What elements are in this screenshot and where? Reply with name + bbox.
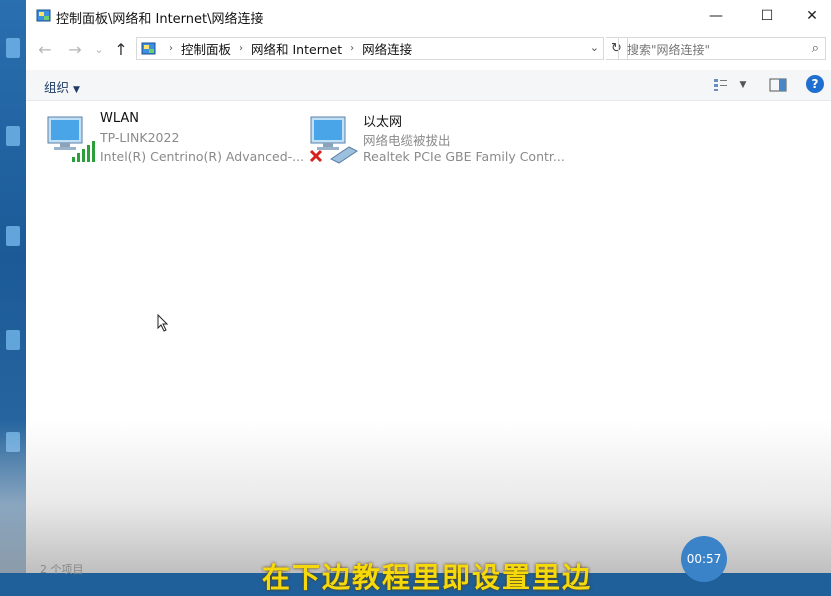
breadcrumb-separator: › <box>169 43 173 54</box>
desktop-icon <box>6 330 20 350</box>
search-icon[interactable]: ⌕ <box>812 41 819 56</box>
video-caption: 在下边教程里即设置里边 <box>262 561 593 594</box>
breadcrumb-network-internet[interactable]: 网络和 Internet <box>251 39 342 58</box>
status-bar-item-count: 2 个项目 <box>40 563 84 576</box>
recent-locations-button[interactable]: ⌄ <box>88 38 110 60</box>
forward-button[interactable]: → <box>64 38 86 60</box>
adapter-name: 以太网 <box>363 115 403 130</box>
desktop-icon <box>6 126 20 146</box>
view-options-icon <box>714 79 727 91</box>
change-view-button[interactable] <box>712 75 730 95</box>
minimize-button[interactable]: — <box>693 0 739 32</box>
video-timer-badge: 00:57 <box>681 536 727 582</box>
window-title: 控制面板\网络和 Internet\网络连接 <box>56 12 264 27</box>
back-button[interactable]: ← <box>34 38 56 60</box>
breadcrumb-network-connections[interactable]: 网络连接 <box>362 39 412 58</box>
control-panel-icon <box>141 42 156 54</box>
search-input[interactable] <box>625 40 799 59</box>
wifi-adapter-icon <box>47 116 95 162</box>
desktop-icon <box>6 38 20 58</box>
adapter-wlan[interactable]: WLAN TP-LINK2022 Intel(R) Centrino(R) Ad… <box>46 109 304 165</box>
preview-pane-button[interactable] <box>768 75 788 95</box>
ethernet-adapter-icon <box>309 116 358 164</box>
view-dropdown-button[interactable]: ▼ <box>736 75 750 95</box>
navigation-bar: ← → ⌄ ↑ › 控制面板 › 网络和 Internet › 网络连接 ⌄ ↻… <box>26 34 831 64</box>
breadcrumb-separator[interactable]: › <box>350 43 354 54</box>
command-bar: 组织 ▼ ▼ ? <box>26 70 831 101</box>
preview-pane-icon <box>769 78 787 92</box>
adapter-device: Intel(R) Centrino(R) Advanced-... <box>100 149 305 164</box>
close-button[interactable]: ✕ <box>789 0 831 32</box>
adapter-status: TP-LINK2022 <box>100 130 180 145</box>
adapter-status: 网络电缆被拔出 <box>363 133 451 148</box>
mouse-cursor-icon <box>157 314 169 332</box>
organize-button[interactable]: 组织 ▼ <box>44 77 80 96</box>
control-panel-icon <box>36 9 51 22</box>
maximize-button[interactable]: ☐ <box>744 0 790 32</box>
title-bar: 控制面板\网络和 Internet\网络连接 — ☐ ✕ <box>26 0 831 32</box>
chevron-down-icon: ▼ <box>73 85 80 95</box>
breadcrumb-separator[interactable]: › <box>239 43 243 54</box>
adapter-name: WLAN <box>100 111 140 126</box>
help-button[interactable]: ? <box>806 75 824 93</box>
search-box[interactable]: ⌕ <box>618 37 826 60</box>
desktop-icon <box>6 226 20 246</box>
breadcrumb-control-panel[interactable]: 控制面板 <box>181 39 231 58</box>
organize-label: 组织 <box>44 80 70 95</box>
address-dropdown-button[interactable]: ⌄ <box>590 41 599 54</box>
adapter-device: Realtek PCIe GBE Family Contr... <box>363 149 565 164</box>
up-button[interactable]: ↑ <box>110 38 132 60</box>
adapter-ethernet[interactable]: 以太网 网络电缆被拔出 Realtek PCIe GBE Family Cont… <box>309 109 579 165</box>
address-bar[interactable]: › 控制面板 › 网络和 Internet › 网络连接 ⌄ <box>136 37 604 60</box>
